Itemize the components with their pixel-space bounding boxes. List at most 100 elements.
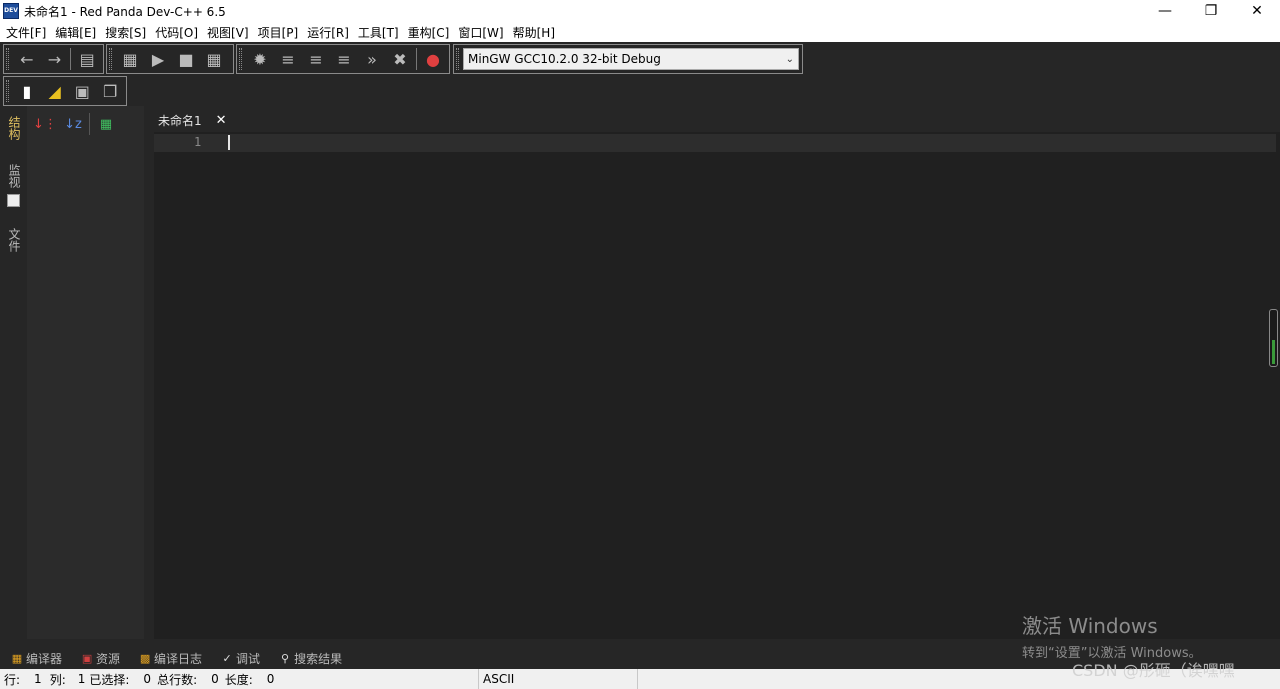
toggle-view-button[interactable]: ▤ (73, 46, 101, 72)
toolbar-separator (89, 113, 90, 135)
tab-debug-label: 调试 (236, 651, 261, 666)
save-button[interactable]: ▣ (68, 78, 96, 104)
navigation-toolbar: ← → ▤ (3, 44, 104, 74)
compiler-icon: ▦ (11, 651, 23, 665)
fast-forward-icon: » (367, 49, 377, 69)
stop-debug-button[interactable]: ✖ (386, 46, 414, 72)
tab-compile-log-label: 编译日志 (154, 651, 203, 666)
length-value: 0 (266, 672, 275, 686)
chevron-down-icon: ⌄ (785, 53, 794, 65)
tab-watch[interactable]: 监视 (6, 164, 23, 188)
sort-by-type-button[interactable]: ↓⋮ (31, 113, 59, 135)
back-button[interactable]: ← (13, 46, 41, 72)
resources-icon: ▣ (81, 651, 93, 665)
menu-refactor[interactable]: 重构[C] (405, 24, 456, 41)
menu-view[interactable]: 视图[V] (204, 24, 255, 41)
tab-compiler[interactable]: ▦ 编译器 (10, 650, 62, 667)
grid-icon: ▦ (206, 49, 222, 69)
tab-resources-label: 资源 (96, 651, 121, 666)
editor-scrollbar[interactable] (1269, 309, 1278, 367)
tab-debug[interactable]: ✓ 调试 (220, 650, 260, 667)
col-value: 1 (77, 672, 86, 686)
step-over-button[interactable]: ≡ (274, 46, 302, 72)
menu-window[interactable]: 窗口[W] (455, 24, 509, 41)
toolbar-grip[interactable] (109, 48, 112, 70)
close-button[interactable]: ✕ (1234, 0, 1280, 22)
editor-tab[interactable]: 未命名1 ✕ (150, 108, 233, 132)
new-file-button[interactable]: ▮ (13, 78, 41, 104)
step-into-button[interactable]: ≡ (302, 46, 330, 72)
status-divider (637, 669, 638, 689)
window-controls: — ❐ ✕ (1142, 0, 1280, 22)
class-browser-panel: ↓⋮ ↓z ▦ (27, 106, 144, 639)
close-tab-icon[interactable]: ✕ (216, 113, 227, 128)
open-file-button[interactable]: ◢ (41, 78, 69, 104)
debug-button[interactable]: ✹ (246, 46, 274, 72)
compile-button[interactable]: ▦ (116, 46, 144, 72)
total-lines-value: 0 (211, 672, 219, 686)
continue-button[interactable]: » (358, 46, 386, 72)
save-all-button[interactable]: ❐ (96, 78, 124, 104)
selected-label: 已选择: (89, 672, 130, 687)
tab-files[interactable]: 文件 (6, 228, 23, 252)
sort-alpha-button[interactable]: ↓z (59, 113, 87, 135)
restore-button[interactable]: ❐ (1188, 0, 1234, 22)
menu-help[interactable]: 帮助[H] (510, 24, 561, 41)
minimize-button[interactable]: — (1142, 0, 1188, 22)
encoding-indicator[interactable]: ASCII (479, 672, 637, 686)
menu-search[interactable]: 搜索[S] (102, 24, 152, 41)
editor-tab-label: 未命名1 (158, 113, 202, 128)
toolbar-grip[interactable] (6, 80, 9, 102)
stop-button[interactable]: ■ (172, 46, 200, 72)
step-into-icon: ≡ (309, 49, 323, 69)
length-label: 长度: (224, 672, 253, 687)
tab-search-results[interactable]: ⚲ 搜索结果 (278, 650, 342, 667)
activate-title: 激活 Windows (1022, 614, 1158, 638)
compiler-toolbar: MinGW GCC10.2.0 32-bit Debug ⌄ (453, 44, 803, 74)
play-icon: ▶ (151, 49, 165, 69)
show-inherited-button[interactable]: ▦ (92, 113, 120, 135)
toolbar-grip[interactable] (456, 48, 459, 70)
menu-file[interactable]: 文件[F] (3, 24, 52, 41)
text-caret (228, 135, 230, 150)
menu-tools[interactable]: 工具[T] (355, 24, 405, 41)
menu-project[interactable]: 项目[P] (255, 24, 305, 41)
activate-windows-watermark: 激活 Windows 转到“设置”以激活 Windows。 (1022, 610, 1202, 661)
bar-chart-icon: ▩ (139, 651, 151, 665)
tab-search-results-label: 搜索结果 (294, 651, 343, 666)
tab-compiler-label: 编译器 (26, 651, 63, 666)
toolbar-grip[interactable] (239, 48, 242, 70)
menu-code[interactable]: 代码[O] (152, 24, 204, 41)
watch-icon (7, 194, 20, 207)
debug-toolbar: ✹ ≡ ≡ ≡ » ✖ ● (236, 44, 450, 74)
tab-structure[interactable]: 结构 (6, 116, 23, 140)
app-icon: DEV (3, 3, 19, 19)
encoding-value: ASCII (483, 672, 515, 686)
search-results-icon: ⚲ (281, 651, 290, 665)
scrollbar-thumb[interactable] (1272, 340, 1275, 364)
toolbar-separator (70, 48, 72, 70)
rebuild-button[interactable]: ▦ (200, 46, 228, 72)
run-button[interactable]: ▶ (144, 46, 172, 72)
forward-button[interactable]: → (41, 46, 69, 72)
window-title: 未命名1 - Red Panda Dev-C++ 6.5 (24, 4, 226, 19)
tab-compile-log[interactable]: ▩ 编译日志 (138, 650, 202, 667)
sort-type-icon: ↓⋮ (33, 116, 57, 132)
step-out-button[interactable]: ≡ (330, 46, 358, 72)
menu-edit[interactable]: 编辑[E] (52, 24, 102, 41)
step-out-icon: ≡ (337, 49, 351, 69)
tab-resources[interactable]: ▣ 资源 (80, 650, 120, 667)
line-number: 1 (194, 135, 202, 149)
toolbar-grip[interactable] (6, 48, 9, 70)
code-editor[interactable]: 1 (154, 132, 1280, 639)
save-icon: ▣ (74, 81, 90, 101)
menu-run[interactable]: 运行[R] (304, 24, 355, 41)
save-all-icon: ❐ (102, 81, 118, 101)
sort-alpha-icon: ↓z (64, 116, 82, 132)
csdn-watermark: CSDN @彤砸（诶嘿嘿 (1072, 661, 1235, 680)
compiler-set-select[interactable]: MinGW GCC10.2.0 32-bit Debug ⌄ (463, 48, 799, 70)
add-watch-icon: ● (426, 49, 440, 69)
row-value: 1 (34, 672, 42, 686)
add-watch-button[interactable]: ● (419, 46, 447, 72)
hierarchy-icon: ▦ (99, 116, 113, 132)
